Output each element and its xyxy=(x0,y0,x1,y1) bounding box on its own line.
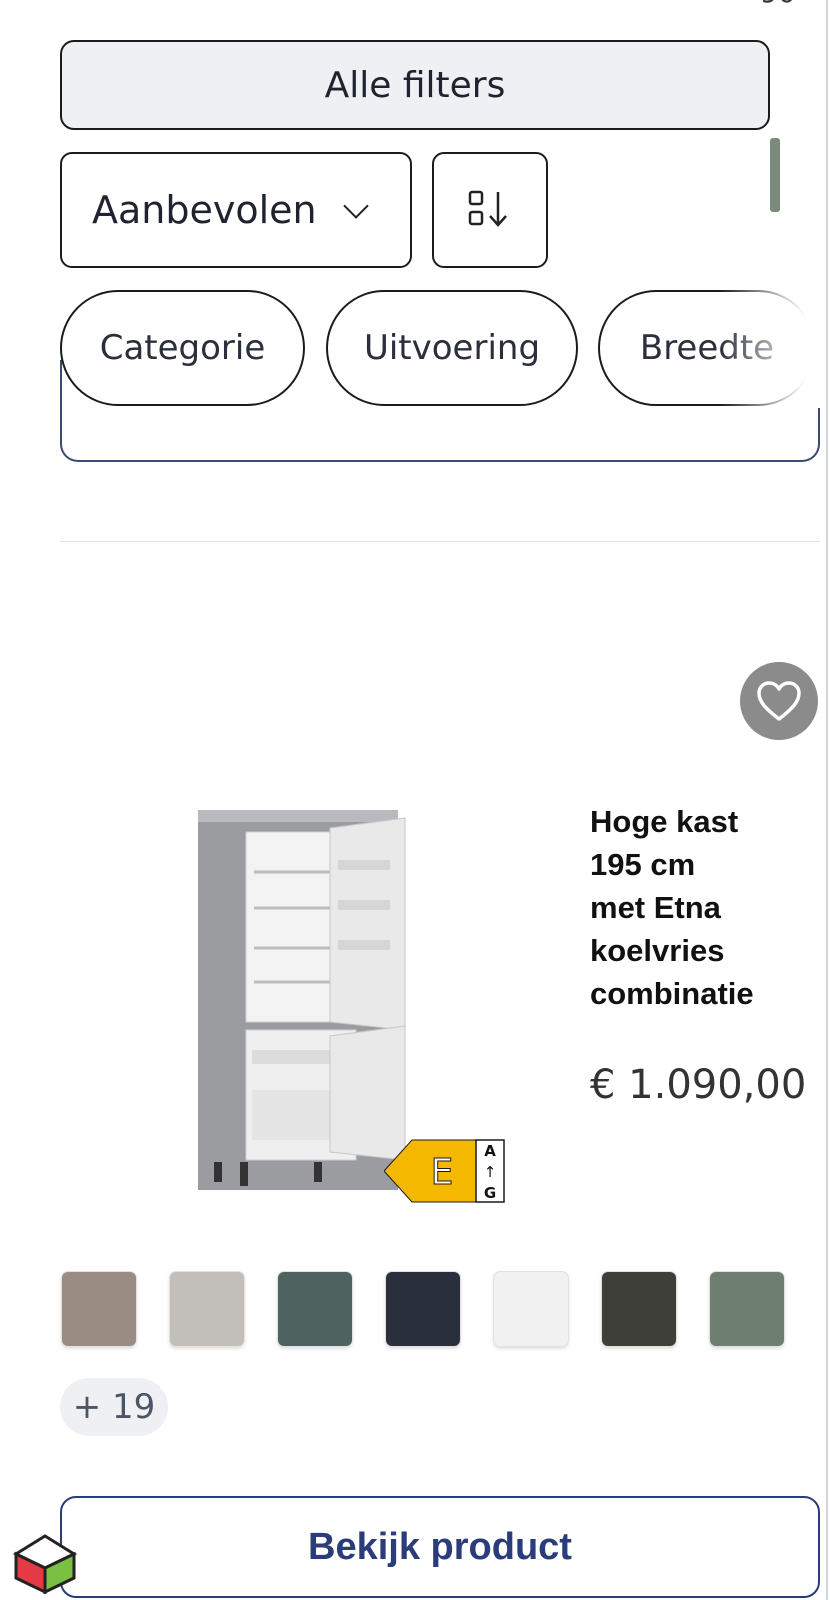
color-swatch[interactable] xyxy=(602,1272,676,1346)
product-title-line: combinatie xyxy=(590,976,754,1011)
sort-dropdown[interactable]: Aanbevolen xyxy=(60,152,412,268)
product-title-line: koelvries xyxy=(590,933,725,968)
section-divider xyxy=(60,541,820,542)
all-filters-button[interactable]: Alle filters xyxy=(60,40,770,130)
sort-dropdown-value: Aanbevolen xyxy=(92,188,317,232)
favorite-button[interactable] xyxy=(740,662,818,740)
color-swatch[interactable] xyxy=(386,1272,460,1346)
view-product-button[interactable]: Bekijk product xyxy=(60,1496,820,1598)
energy-label-badge: E A ↑ G xyxy=(384,1139,505,1203)
filter-chip-categorie[interactable]: Categorie xyxy=(60,290,305,406)
sort-direction-icon xyxy=(468,190,507,227)
color-swatch[interactable] xyxy=(62,1272,136,1346)
energy-scale-arrow: ↑ xyxy=(484,1163,497,1181)
color-swatch[interactable] xyxy=(494,1272,568,1346)
house-logo-icon xyxy=(12,1534,78,1594)
energy-scale-top: A xyxy=(484,1142,496,1160)
heart-outline-icon xyxy=(757,681,801,721)
filter-scroll-indicator[interactable] xyxy=(770,138,780,212)
color-swatch[interactable] xyxy=(710,1272,784,1346)
product-title[interactable]: Hoge kast 195 cm met Etna koelvries comb… xyxy=(590,800,820,1015)
sort-direction-button[interactable] xyxy=(432,152,548,268)
partial-top-text: 90 xyxy=(760,0,796,9)
color-swatch[interactable] xyxy=(278,1272,352,1346)
product-title-line: met Etna xyxy=(590,890,721,925)
product-title-line: 195 cm xyxy=(590,847,696,882)
energy-class: E xyxy=(431,1152,454,1193)
scrollbar-track xyxy=(826,0,828,1600)
energy-scale-bottom: G xyxy=(484,1184,496,1202)
product-title-line: Hoge kast xyxy=(590,804,739,839)
chevron-down-icon xyxy=(342,193,369,219)
product-price: € 1.090,00 xyxy=(590,1062,807,1108)
more-colors-button[interactable]: + 19 xyxy=(60,1378,168,1436)
chips-fade-overlay xyxy=(720,288,820,408)
color-swatch[interactable] xyxy=(170,1272,244,1346)
filter-chip-uitvoering[interactable]: Uitvoering xyxy=(326,290,578,406)
